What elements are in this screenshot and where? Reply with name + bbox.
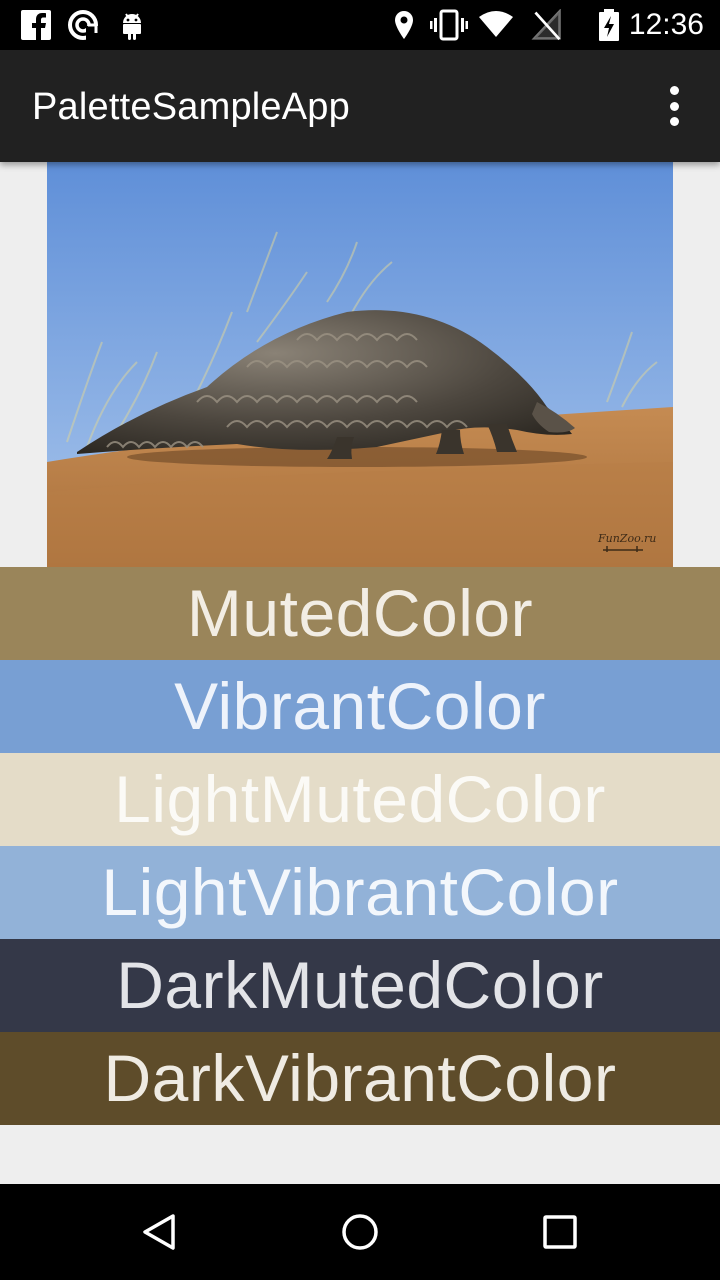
home-icon[interactable] — [336, 1208, 384, 1256]
menu-dot — [669, 86, 679, 95]
swatch-vibrant-color: VibrantColor — [0, 660, 720, 753]
battery-charging-icon — [599, 9, 619, 41]
app-title: PaletteSampleApp — [32, 86, 350, 128]
watermark-text: FunZoo.ru — [597, 532, 656, 545]
swatch-dark-vibrant-color: DarkVibrantColor — [0, 1032, 720, 1125]
status-clock: 12:36 — [628, 8, 704, 41]
facebook-icon — [21, 10, 51, 40]
palette-swatch-list: MutedColor VibrantColor LightMutedColor … — [0, 567, 720, 1125]
app-bar: PaletteSampleApp — [0, 50, 720, 162]
navigation-bar — [0, 1184, 720, 1280]
vibrate-icon — [430, 9, 468, 41]
pangolin-photo: FunZoo.ru — [47, 162, 673, 567]
menu-dot — [669, 101, 679, 111]
recents-icon[interactable] — [536, 1208, 584, 1256]
location-icon — [395, 11, 413, 39]
swatch-light-vibrant-color: LightVibrantColor — [0, 846, 720, 939]
sync-icon — [68, 10, 100, 41]
no-signal-icon — [531, 9, 561, 41]
more-vert-icon[interactable] — [654, 86, 694, 126]
swatch-muted-color: MutedColor — [0, 567, 720, 660]
wifi-icon — [479, 11, 513, 37]
menu-dot — [669, 117, 679, 126]
android-icon — [123, 13, 141, 40]
back-icon[interactable] — [136, 1208, 184, 1256]
status-bar: 12:36 — [0, 0, 720, 50]
swatch-dark-muted-color: DarkMutedColor — [0, 939, 720, 1032]
swatch-light-muted-color: LightMutedColor — [0, 753, 720, 846]
